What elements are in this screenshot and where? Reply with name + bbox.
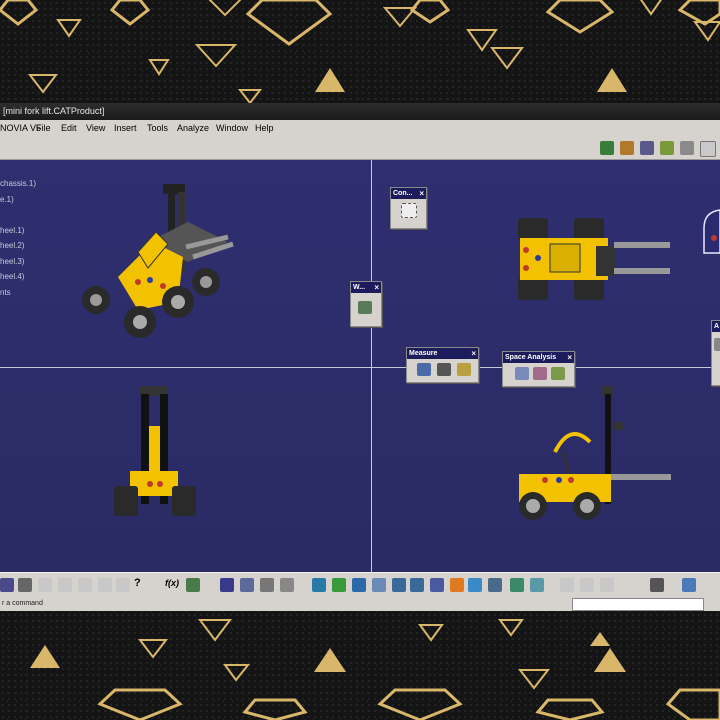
status-prompt: r a command: [2, 600, 43, 607]
close-icon[interactable]: ×: [471, 348, 476, 359]
lighting-icon[interactable]: [530, 578, 544, 592]
menu-window[interactable]: Window: [216, 120, 248, 137]
bottom-toolbar: ? f(x): [0, 572, 720, 597]
menu-edit[interactable]: Edit: [61, 120, 77, 137]
rotate-icon[interactable]: [372, 578, 386, 592]
workbench-toolbar[interactable]: W... ×: [350, 281, 382, 327]
print-preview-icon[interactable]: [650, 578, 664, 592]
menu-help[interactable]: Help: [255, 120, 274, 137]
disabled-tool-icon: [560, 578, 574, 592]
print-icon[interactable]: [18, 578, 32, 592]
measure-between-icon[interactable]: [417, 363, 431, 376]
forklift-top-view: [518, 218, 670, 300]
copy-icon[interactable]: [58, 578, 72, 592]
disabled-tool-icon: [600, 578, 614, 592]
product-icon[interactable]: [620, 141, 634, 155]
panel-title: W...: [353, 284, 366, 291]
workbench-switch-icon[interactable]: [358, 301, 372, 314]
command-input[interactable]: [572, 598, 704, 611]
fly-mode-icon[interactable]: [312, 578, 326, 592]
workbench-icon[interactable]: [600, 141, 614, 155]
forklift-front-view: [114, 386, 196, 516]
component-icon[interactable]: [680, 141, 694, 155]
menu-insert[interactable]: Insert: [114, 120, 137, 137]
align-icon[interactable]: [280, 578, 294, 592]
cut-icon[interactable]: [38, 578, 52, 592]
disabled-tool-icon: [580, 578, 594, 592]
measure-inertia-icon[interactable]: [457, 363, 471, 376]
formula-icon[interactable]: f(x): [165, 578, 179, 588]
tree-item[interactable]: e.1): [0, 192, 36, 208]
undo-icon[interactable]: [98, 578, 112, 592]
viewport-divider-vertical: [371, 160, 372, 572]
analysis-icon[interactable]: [714, 338, 720, 351]
top-toolbar: [0, 137, 720, 160]
status-bar: r a command: [0, 596, 720, 611]
panel-title: A: [714, 323, 720, 330]
lock-icon[interactable]: [260, 578, 274, 592]
catalog-icon[interactable]: [220, 578, 234, 592]
tree-item[interactable]: nts: [0, 285, 36, 301]
whats-this-help-icon[interactable]: ?: [134, 577, 141, 589]
forklift-isometric-view: [82, 184, 234, 338]
paste-icon[interactable]: [78, 578, 92, 592]
edit-icon[interactable]: [700, 141, 716, 157]
fit-all-icon[interactable]: [332, 578, 346, 592]
assembly-icon[interactable]: [660, 141, 674, 155]
redo-icon[interactable]: [116, 578, 130, 592]
analysis-toolbar[interactable]: A: [711, 320, 720, 386]
close-icon[interactable]: ×: [374, 282, 379, 293]
menu-view[interactable]: View: [86, 120, 105, 137]
swap-visible-icon[interactable]: [510, 578, 524, 592]
catia-window: [mini fork lift.CATProduct] NOVIA V5 Fil…: [0, 103, 720, 611]
menu-app-label: NOVIA V5: [0, 123, 42, 133]
hide-show-icon[interactable]: [488, 578, 502, 592]
tree-item[interactable]: heel.4): [0, 269, 36, 285]
menu-tools[interactable]: Tools: [147, 120, 168, 137]
save-icon[interactable]: [0, 578, 14, 592]
measure-item-icon[interactable]: [437, 363, 451, 376]
close-icon[interactable]: ×: [419, 188, 424, 199]
zoom-in-icon[interactable]: [392, 578, 406, 592]
space-analysis-toolbar[interactable]: Space Analysis ×: [502, 351, 575, 387]
panel-title: Measure: [409, 350, 438, 357]
forklift-side-view: [519, 386, 671, 520]
specification-tree: chassis.1) e.1) heel.1) heel.2) heel.3) …: [0, 176, 36, 300]
material-icon[interactable]: [682, 578, 696, 592]
menu-bar: NOVIA V5 File Edit View Insert Tools Ana…: [0, 120, 720, 137]
view-mode-icon[interactable]: [468, 578, 482, 592]
constraints-toolbar[interactable]: Con... ×: [390, 187, 427, 229]
3d-viewport[interactable]: chassis.1) e.1) heel.1) heel.2) heel.3) …: [0, 160, 720, 572]
tree-item[interactable]: heel.3): [0, 254, 36, 270]
normal-view-icon[interactable]: [430, 578, 444, 592]
menu-analyze[interactable]: Analyze: [177, 120, 209, 137]
tree-item[interactable]: heel.1): [0, 223, 36, 239]
close-icon[interactable]: ×: [567, 352, 572, 363]
sectioning-icon[interactable]: [533, 367, 547, 380]
constraint-icon[interactable]: [640, 141, 654, 155]
clash-icon[interactable]: [515, 367, 529, 380]
quick-view-icon[interactable]: [450, 578, 464, 592]
panel-title: Space Analysis: [505, 354, 557, 361]
measure-toolbar[interactable]: Measure ×: [406, 347, 479, 383]
distance-icon[interactable]: [551, 367, 565, 380]
zoom-out-icon[interactable]: [410, 578, 424, 592]
panel-title: Con...: [393, 190, 413, 197]
window-title: [mini fork lift.CATProduct]: [0, 103, 720, 120]
pan-icon[interactable]: [352, 578, 366, 592]
menu-file[interactable]: File: [36, 120, 51, 137]
tree-item[interactable]: heel.2): [0, 238, 36, 254]
tree-item[interactable]: chassis.1): [0, 176, 36, 192]
grid-constraint-icon[interactable]: [401, 203, 417, 218]
viewport-divider-horizontal: [0, 367, 720, 368]
comment-icon[interactable]: [186, 578, 200, 592]
tree-expand-icon[interactable]: [240, 578, 254, 592]
compass-icon[interactable]: [700, 208, 720, 258]
